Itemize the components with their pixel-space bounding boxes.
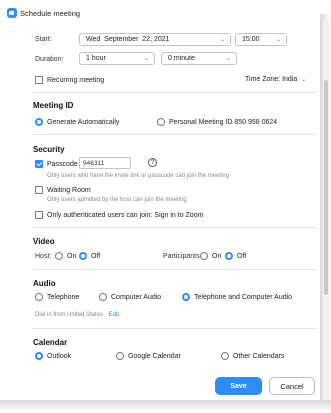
participants-video-on-label: On	[212, 252, 222, 260]
audio-computer-radio[interactable]	[99, 293, 107, 301]
divider	[33, 227, 317, 228]
calendar-heading: Calendar	[33, 338, 68, 347]
calendar-google-radio[interactable]	[116, 352, 124, 360]
schedule-meeting-window: Schedule meeting Start: Wed September 22…	[0, 0, 331, 413]
passcode-input[interactable]: 946311	[79, 157, 131, 169]
calendar-google-label: Google Calendar	[128, 352, 181, 360]
participants-video-off-label: Off	[237, 252, 247, 260]
meeting-id-personal-radio[interactable]	[157, 118, 165, 126]
audio-both-radio[interactable]	[182, 293, 190, 301]
waiting-room-option[interactable]: Waiting Room	[35, 186, 91, 194]
calendar-other-option[interactable]: Other Calendars	[221, 352, 284, 360]
meeting-id-auto-label: Generate Automatically	[47, 118, 120, 126]
waiting-room-checkbox[interactable]	[35, 186, 43, 194]
host-video-off-label: Off	[91, 252, 101, 260]
title-bar: Schedule meeting	[7, 5, 320, 21]
auth-option[interactable]: Only authenticated users can join: Sign …	[35, 211, 203, 219]
meeting-id-heading: Meeting ID	[33, 101, 74, 110]
recurring-label: Recurring meeting	[47, 76, 105, 84]
start-date-select[interactable]: Wed September 22, 2021 ⌄	[79, 33, 231, 46]
audio-computer-label: Computer Audio	[111, 293, 162, 301]
host-video-off-radio[interactable]	[79, 252, 87, 260]
participants-video-on-radio[interactable]	[200, 252, 208, 260]
audio-telephone-option[interactable]: Telephone	[35, 293, 79, 301]
participants-video-off-option[interactable]: Off	[225, 252, 246, 260]
audio-heading: Audio	[33, 279, 56, 288]
participants-video-off-radio[interactable]	[225, 252, 233, 260]
calendar-outlook-radio[interactable]	[35, 352, 43, 360]
calendar-outlook-option[interactable]: Outlook	[35, 352, 71, 360]
passcode-checkbox[interactable]	[35, 160, 43, 168]
dial-in-edit-link[interactable]: Edit	[109, 312, 119, 318]
video-host-label: Host:	[35, 253, 52, 260]
save-button[interactable]: Save	[215, 377, 262, 395]
divider	[33, 328, 317, 329]
calendar-other-label: Other Calendars	[233, 352, 285, 360]
meeting-id-personal-option[interactable]: Personal Meeting ID 850 958 0624	[157, 118, 277, 126]
host-video-off-option[interactable]: Off	[79, 252, 100, 260]
calendar-other-radio[interactable]	[221, 352, 229, 360]
duration-minutes-select[interactable]: 0 minute ⌄	[161, 52, 237, 65]
video-heading: Video	[33, 237, 55, 246]
chevron-down-icon: ⌄	[219, 37, 225, 43]
waiting-room-hint: Only users admitted by the host can join…	[47, 197, 187, 203]
duration-hours-select[interactable]: 1 hour ⌄	[79, 52, 155, 65]
divider	[33, 134, 317, 135]
timezone-label: Time Zone: India	[245, 76, 298, 83]
start-label: Start:	[35, 36, 52, 43]
cancel-button[interactable]: Cancel	[269, 377, 315, 395]
chevron-down-icon: ⌄	[143, 56, 149, 62]
host-video-on-option[interactable]: On	[55, 252, 76, 260]
timezone-select[interactable]: Time Zone: India ⌄	[245, 76, 306, 83]
auth-label: Only authenticated users can join: Sign …	[47, 211, 204, 219]
calendar-google-option[interactable]: Google Calendar	[116, 352, 181, 360]
divider	[33, 269, 317, 270]
chevron-down-icon: ⌄	[225, 56, 231, 62]
audio-telephone-radio[interactable]	[35, 293, 43, 301]
audio-both-option[interactable]: Telephone and Computer Audio	[182, 293, 292, 301]
audio-both-label: Telephone and Computer Audio	[194, 293, 293, 301]
duration-label: Duration:	[35, 56, 64, 63]
waiting-room-label: Waiting Room	[47, 186, 91, 194]
window-title: Schedule meeting	[20, 8, 81, 18]
meeting-id-auto-option[interactable]: Generate Automatically	[35, 118, 119, 126]
divider	[33, 92, 317, 93]
scrollbar-thumb[interactable]	[324, 80, 328, 295]
duration-hours-value: 1 hour	[86, 55, 106, 62]
recurring-checkbox[interactable]: Recurring meeting	[35, 76, 104, 84]
duration-minutes-value: 0 minute	[168, 55, 195, 62]
chevron-down-icon: ⌄	[301, 77, 307, 83]
zoom-logo-icon	[7, 8, 17, 18]
start-time-value: 15:00	[242, 36, 260, 43]
audio-computer-option[interactable]: Computer Audio	[99, 293, 161, 301]
participants-video-on-option[interactable]: On	[200, 252, 221, 260]
help-icon[interactable]: ?	[148, 158, 157, 167]
calendar-outlook-label: Outlook	[47, 352, 72, 360]
passcode-label: Passcode	[47, 160, 78, 168]
host-video-on-radio[interactable]	[55, 252, 63, 260]
dial-in-text: Dial in from United States	[35, 312, 104, 318]
audio-telephone-label: Telephone	[47, 293, 80, 301]
passcode-option[interactable]: Passcode	[35, 160, 78, 168]
host-video-on-label: On	[67, 252, 77, 260]
meeting-id-auto-radio[interactable]	[35, 118, 43, 126]
passcode-hint: Only users who have the invite link or p…	[47, 173, 230, 179]
auth-checkbox[interactable]	[35, 211, 43, 219]
start-date-value: Wed September 22, 2021	[86, 36, 170, 43]
video-participants-label: Participants:	[163, 253, 202, 260]
start-time-select[interactable]: 15:00 ⌄	[235, 33, 287, 46]
recurring-check-box[interactable]	[35, 76, 43, 84]
chevron-down-icon: ⌄	[275, 37, 281, 43]
meeting-id-personal-label: Personal Meeting ID 850 958 0624	[169, 118, 278, 126]
dial-in-row: Dial in from United States Edit	[35, 312, 119, 318]
window-shadow-bottom	[0, 400, 331, 413]
security-heading: Security	[33, 145, 65, 154]
